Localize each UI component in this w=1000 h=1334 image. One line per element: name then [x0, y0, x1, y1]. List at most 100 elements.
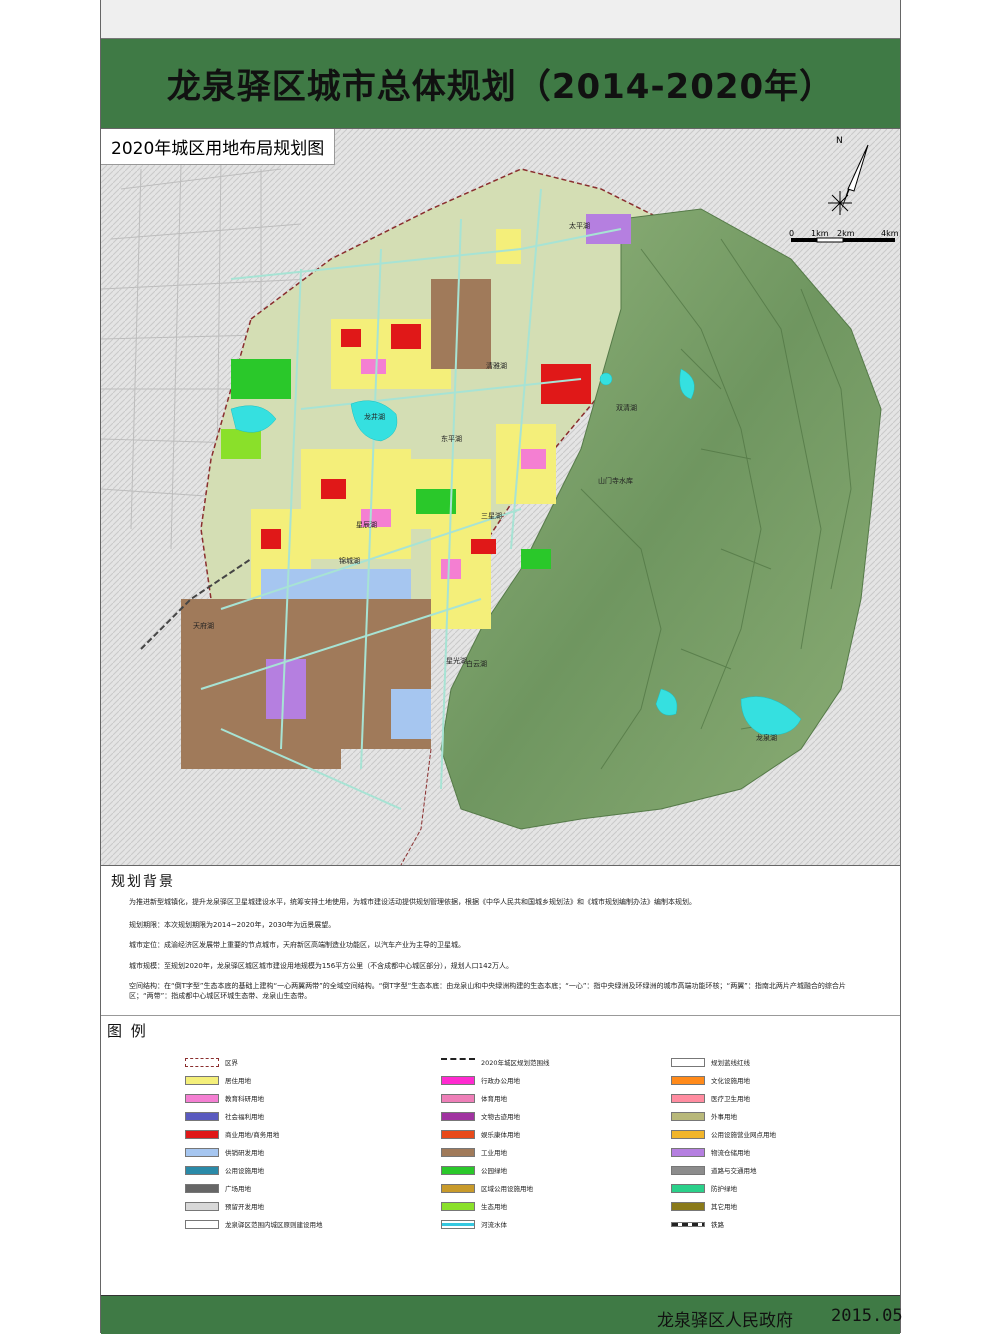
legend-swatch — [441, 1093, 475, 1103]
legend-swatch — [441, 1129, 475, 1139]
footer-bar: 龙泉驿区人民政府 2015.05 — [101, 1295, 903, 1334]
legend-swatch — [671, 1147, 705, 1157]
legend-swatch — [441, 1147, 475, 1157]
legend-label: 工业用地 — [481, 1149, 507, 1157]
legend-section: 图 例 区界 2020年城区规划范围线 规划蓝线红线居住用地 行政办公用地 文化设施用地… — [101, 1016, 900, 1294]
background-paragraph-3: 城市定位：成渝经济区发展带上重要的节点城市，天府新区高端制造业功能区，以汽车产业… — [129, 941, 465, 949]
legend-label: 2020年城区规划范围线 — [481, 1059, 550, 1067]
legend-label: 区界 — [225, 1059, 238, 1067]
legend-item: 体育用地 — [441, 1092, 507, 1104]
legend-swatch — [441, 1165, 475, 1175]
map-label-jincheng-lake: 锦城湖 — [339, 557, 360, 565]
legend-swatch — [185, 1165, 219, 1175]
legend-item: 铁路 — [671, 1218, 724, 1230]
legend-label: 规划蓝线红线 — [711, 1059, 750, 1067]
page-title: 龙泉驿区城市总体规划（2014-2020年） — [166, 67, 835, 107]
map-label-longjing-lake: 龙井湖 — [364, 413, 385, 421]
legend-label: 铁路 — [711, 1221, 724, 1229]
legend-item: 居住用地 — [185, 1074, 251, 1086]
legend-label: 公园绿地 — [481, 1167, 507, 1175]
legend-item: 教育科研用地 — [185, 1092, 264, 1104]
land-use-map-graphic — [101, 129, 900, 865]
plan-map[interactable]: 2020年城区用地布局规划图 太平湖 清雅湖 双清湖 龙井湖 东平湖 山门寺水库… — [101, 128, 900, 866]
background-paragraph-2: 规划期限：本次规划期限为2014~2020年，2030年为远景展望。 — [129, 921, 336, 929]
legend-label: 社会福利用地 — [225, 1113, 264, 1121]
legend-item: 公园绿地 — [441, 1164, 507, 1176]
legend-label: 外事用地 — [711, 1113, 737, 1121]
legend-label: 供销研发用地 — [225, 1149, 264, 1157]
map-label-shuangqing-lake: 双清湖 — [616, 404, 637, 412]
legend-item: 生态用地 — [441, 1200, 507, 1212]
scale-tick-1: 1km — [811, 229, 829, 238]
legend-item: 供销研发用地 — [185, 1146, 264, 1158]
legend-label: 预留开发用地 — [225, 1203, 264, 1211]
legend-swatch — [441, 1201, 475, 1211]
legend-item: 龙泉驿区范围内城区原则建设用地 — [185, 1218, 323, 1230]
legend-swatch — [671, 1075, 705, 1085]
legend-heading: 图 例 — [107, 1022, 148, 1040]
legend-swatch — [671, 1201, 705, 1211]
title-bar: 龙泉驿区城市总体规划（2014-2020年） — [101, 39, 900, 128]
background-paragraph-4: 城市规模：至规划2020年，龙泉驿区城区城市建设用地规模为156平方公里（不含成… — [129, 962, 514, 970]
legend-item: 区域公用设施用地 — [441, 1182, 533, 1194]
map-subtitle: 2020年城区用地布局规划图 — [101, 129, 336, 165]
legend-label: 龙泉驿区范围内城区原则建设用地 — [225, 1221, 323, 1229]
legend-item: 工业用地 — [441, 1146, 507, 1158]
legend-item: 道路与交通用地 — [671, 1164, 757, 1176]
map-label-tianfu-lake: 天府湖 — [193, 622, 214, 630]
legend-label: 生态用地 — [481, 1203, 507, 1211]
background-heading: 规划背景 — [111, 874, 175, 890]
legend-swatch — [185, 1219, 219, 1229]
map-label-sanxing-lake: 三星湖 — [481, 512, 502, 520]
map-label-xingguang-lake: 星光湖 — [446, 657, 467, 665]
legend-label: 防护绿地 — [711, 1185, 737, 1193]
legend-label: 娱乐康体用地 — [481, 1131, 520, 1139]
legend-item: 预留开发用地 — [185, 1200, 264, 1212]
legend-label: 区域公用设施用地 — [481, 1185, 533, 1193]
legend-label: 公用设施用地 — [225, 1167, 264, 1175]
legend-swatch — [671, 1093, 705, 1103]
legend-swatch — [441, 1057, 475, 1067]
legend-swatch — [185, 1201, 219, 1211]
scale-tick-3: 4km — [881, 229, 899, 238]
legend-item: 公用设施用地 — [185, 1164, 264, 1176]
footer-issuer: 龙泉驿区人民政府 — [657, 1311, 793, 1331]
legend-item: 其它用地 — [671, 1200, 737, 1212]
legend-swatch — [185, 1093, 219, 1103]
top-margin-strip — [101, 0, 900, 39]
legend-item: 物流仓储用地 — [671, 1146, 750, 1158]
legend-item: 2020年城区规划范围线 — [441, 1056, 550, 1068]
legend-item: 娱乐康体用地 — [441, 1128, 520, 1140]
legend-item: 防护绿地 — [671, 1182, 737, 1194]
scale-tick-2: 2km — [837, 229, 855, 238]
map-sheet: 龙泉驿区城市总体规划（2014-2020年） 2020年城区用地布局规划图 太平… — [100, 0, 903, 1334]
legend-swatch — [671, 1057, 705, 1067]
map-label-shanmensi-reservoir: 山门寺水库 — [598, 477, 633, 485]
legend-item: 行政办公用地 — [441, 1074, 520, 1086]
legend-swatch — [671, 1165, 705, 1175]
legend-label: 文化设施用地 — [711, 1077, 750, 1085]
legend-item: 广场用地 — [185, 1182, 251, 1194]
legend-swatch — [185, 1147, 219, 1157]
planning-background-section: 规划背景 为推进新型城镇化，提升龙泉驿区卫星城建设水平，统筹安排土地使用，为城市… — [101, 865, 900, 1016]
map-label-dongping-lake: 东平湖 — [441, 435, 462, 443]
map-label-xingchen-lake: 星辰湖 — [356, 521, 377, 529]
legend-item: 文化设施用地 — [671, 1074, 750, 1086]
legend-label: 居住用地 — [225, 1077, 251, 1085]
legend-swatch — [185, 1111, 219, 1121]
legend-item: 医疗卫生用地 — [671, 1092, 750, 1104]
legend-swatch — [441, 1075, 475, 1085]
legend-swatch — [441, 1219, 475, 1229]
north-arrow: N — [824, 133, 876, 219]
legend-item: 规划蓝线红线 — [671, 1056, 750, 1068]
legend-swatch — [441, 1111, 475, 1121]
legend-label: 物流仓储用地 — [711, 1149, 750, 1157]
legend-swatch — [671, 1221, 705, 1227]
background-paragraph-5: 空间结构：在“倒T字型”生态本底的基础上建构“一心两翼两带”的全域空间结构。“倒… — [129, 982, 846, 1000]
legend-swatch — [185, 1183, 219, 1193]
legend-label: 广场用地 — [225, 1185, 251, 1193]
legend-swatch — [185, 1129, 219, 1139]
legend-swatch — [185, 1075, 219, 1085]
legend-swatch — [185, 1057, 219, 1067]
legend-item: 外事用地 — [671, 1110, 737, 1122]
